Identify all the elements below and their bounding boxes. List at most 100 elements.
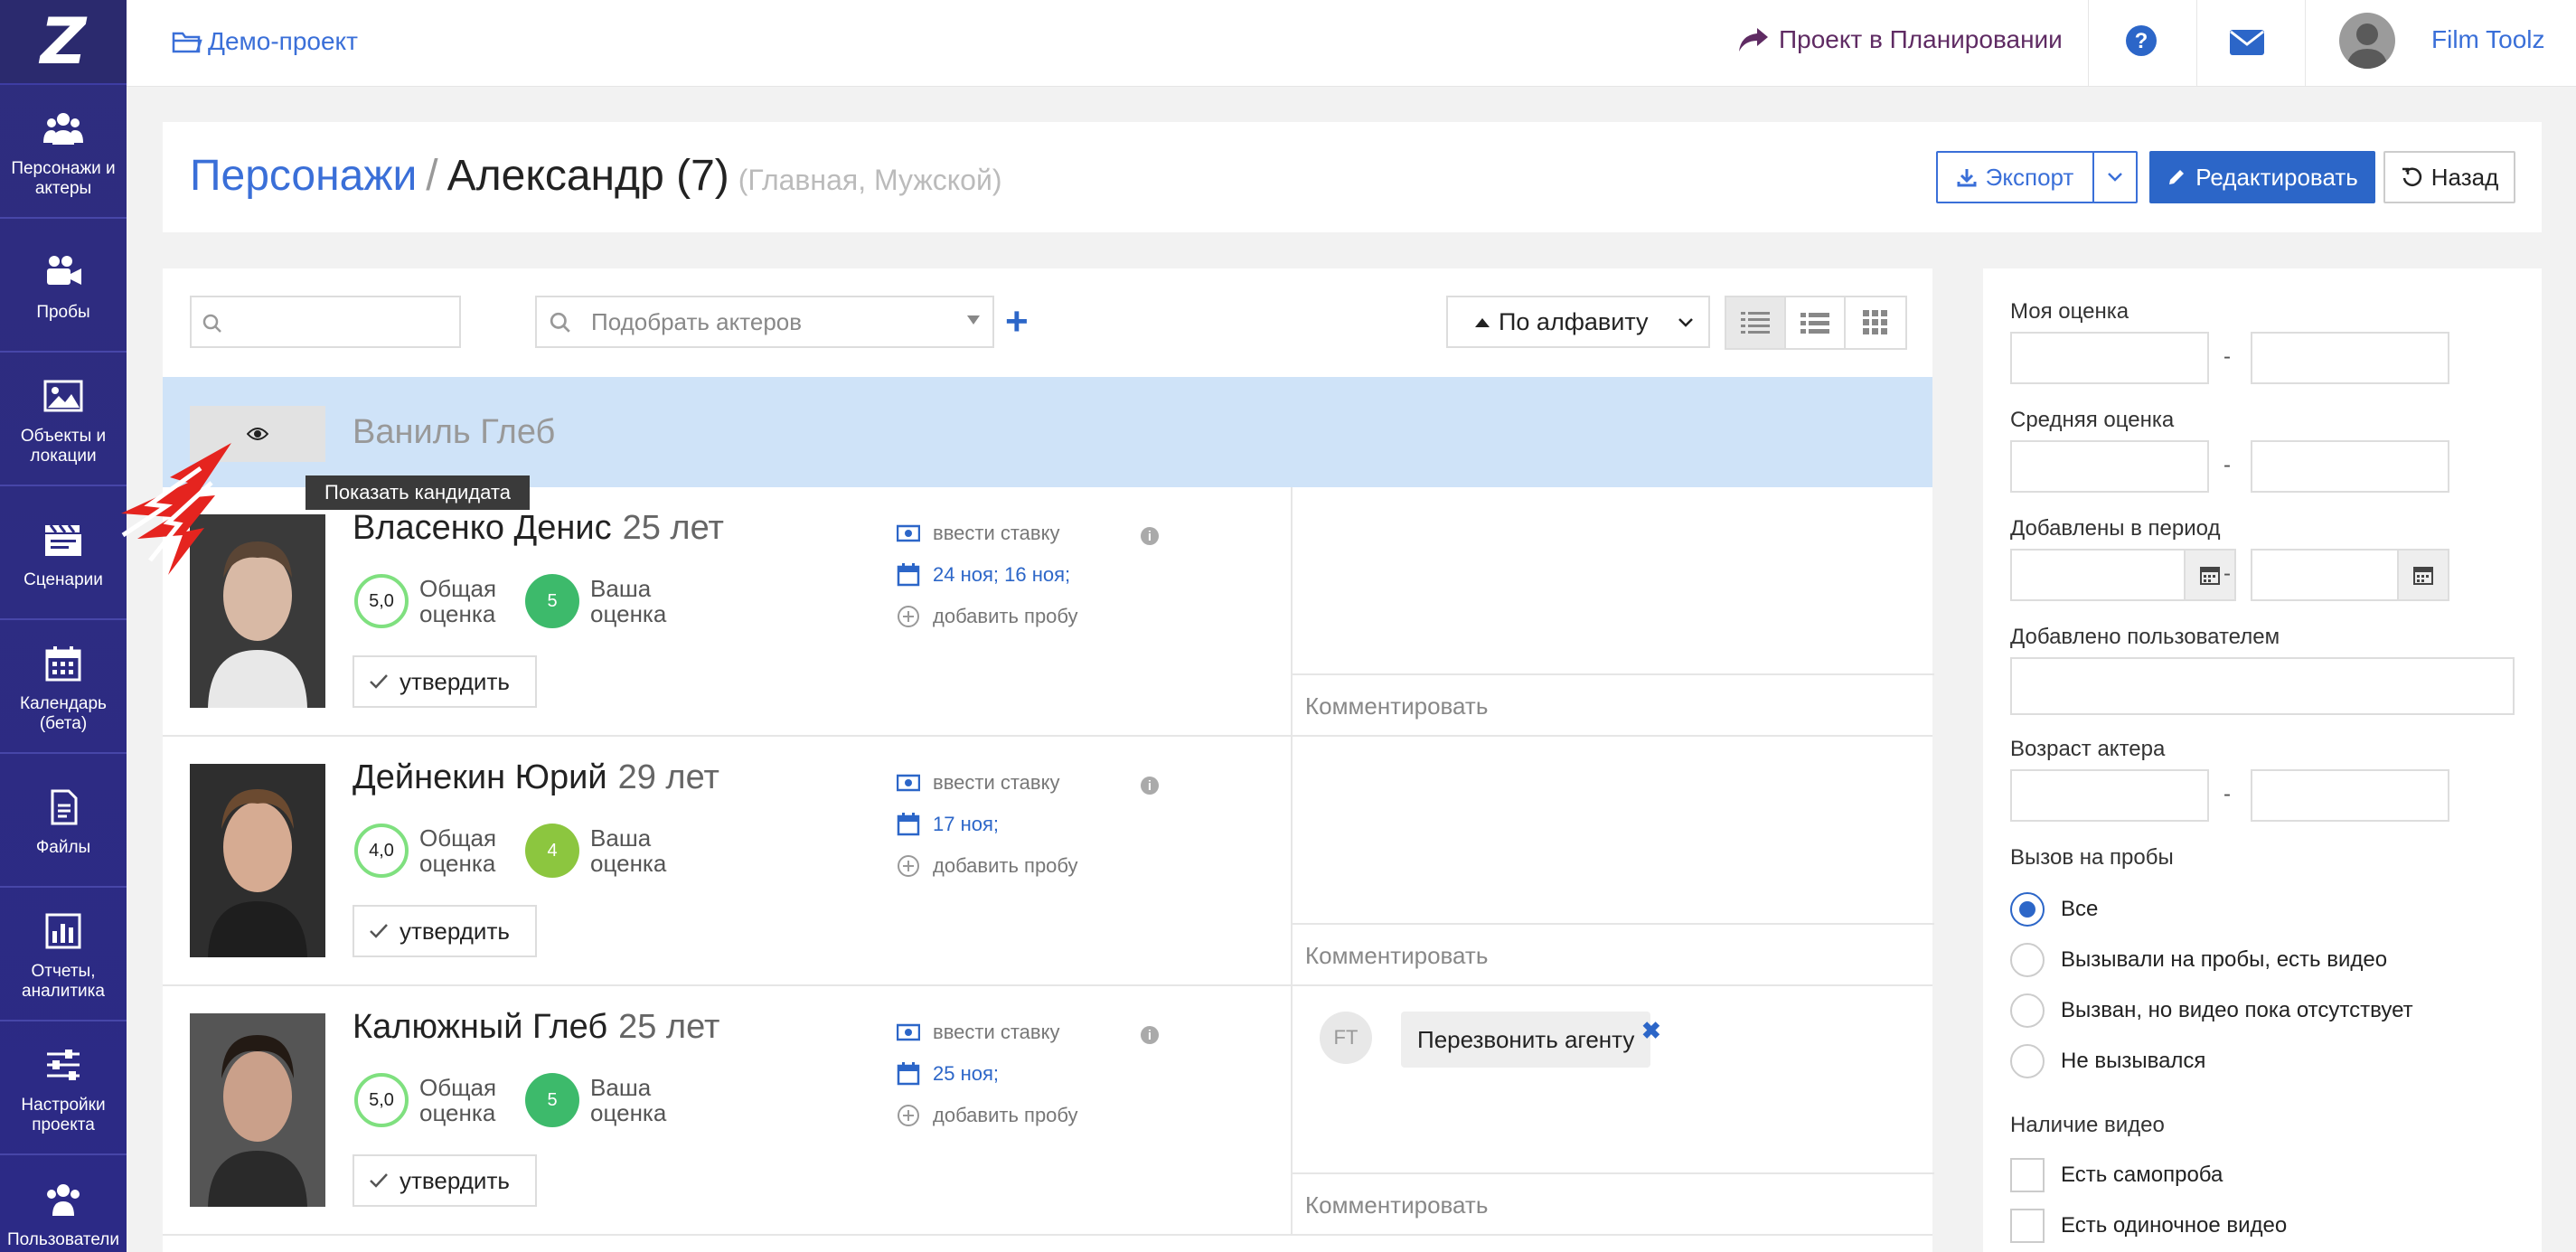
comment-input[interactable]: Комментировать [1293, 923, 1934, 986]
trial-dates[interactable]: 17 ноя; [897, 804, 1078, 845]
radio-called-no-video[interactable]: Вызван, но видео пока отсутствует [2010, 993, 2413, 1028]
avg-rating-from-input[interactable] [2010, 440, 2209, 493]
add-trial-link[interactable]: добавить пробу [897, 596, 1078, 637]
info-icon[interactable]: i [1141, 527, 1159, 545]
radio-label: Не вызывался [2061, 1049, 2206, 1073]
comment-input[interactable]: Комментировать [1293, 1172, 1934, 1236]
delete-note-button[interactable]: ✖ [1641, 1017, 1661, 1045]
calendar-icon [897, 1062, 920, 1086]
sidebar-item-locations[interactable]: Объекты и локации [0, 353, 127, 486]
avg-rating-to-input[interactable] [2251, 440, 2449, 493]
check-icon [370, 924, 388, 938]
edit-button[interactable]: Редактировать [2149, 151, 2375, 203]
radio-called-with-video[interactable]: Вызывали на пробы, есть видео [2010, 943, 2387, 977]
user-avatar[interactable] [2339, 13, 2395, 69]
candidate-scores: 5,0 Общая оценка 5 Ваша оценка [354, 1073, 666, 1127]
search-input[interactable] [190, 296, 461, 348]
candidate-photo[interactable] [190, 764, 325, 957]
your-score[interactable]: 5 [525, 574, 580, 628]
breadcrumb-characters-link[interactable]: Персонажи [190, 152, 417, 200]
page-subtitle: (Главная, Мужской) [738, 164, 1002, 196]
age-to-input[interactable] [2251, 769, 2449, 822]
my-rating-to-input[interactable] [2251, 332, 2449, 384]
info-icon[interactable]: i [1141, 1026, 1159, 1044]
added-by-user-input[interactable] [2010, 657, 2515, 715]
candidate-photo[interactable] [190, 1013, 325, 1207]
age-from-input[interactable] [2010, 769, 2209, 822]
my-rating-from-input[interactable] [2010, 332, 2209, 384]
checkbox-self-trial[interactable]: Есть самопроба [2010, 1158, 2223, 1192]
back-button[interactable]: Назад [2383, 151, 2515, 203]
view-list-compact-button[interactable] [1726, 297, 1786, 348]
candidate-name[interactable]: Власенко Денис 25 лет [353, 509, 724, 548]
file-icon [51, 789, 78, 825]
pick-actors-select[interactable]: Подобрать актеров [535, 296, 994, 348]
export-dropdown-button[interactable] [2092, 151, 2138, 203]
view-grid-button[interactable] [1846, 297, 1905, 348]
candidate-fullname: Калюжный Глеб [353, 1008, 608, 1046]
candidate-name[interactable]: Дейнекин Юрий 29 лет [353, 758, 719, 797]
approve-button[interactable]: утвердить [353, 905, 537, 957]
breadcrumb: Персонажи / Александр (7) (Главная, Мужской… [190, 151, 1001, 201]
topbar-divider [2196, 0, 2197, 87]
filters-panel: Моя оценка - Средняя оценка - Добавлены … [1983, 268, 2542, 1252]
comment-area: FT Перезвонить агенту ✖ Комментировать [1291, 986, 1934, 1236]
sidebar-item-trials[interactable]: Пробы [0, 219, 127, 353]
range-dash: - [2223, 453, 2231, 477]
user-name[interactable]: Film Toolz [2431, 25, 2545, 54]
add-trial-link[interactable]: добавить пробу [897, 845, 1078, 887]
filter-avg-rating-label: Средняя оценка [2010, 408, 2175, 432]
candidate-scores: 5,0 Общая оценка 5 Ваша оценка [354, 574, 666, 628]
sidebar-item-characters[interactable]: Персонажи и актеры [0, 85, 127, 219]
checkbox-label: Есть одиночное видео [2061, 1213, 2288, 1238]
approve-button[interactable]: утвердить [353, 655, 537, 708]
logo-text: Z [40, 5, 87, 79]
check-icon [370, 674, 388, 689]
planning-status[interactable]: Проект в Планировании [1737, 25, 2063, 54]
trial-dates[interactable]: 24 ноя; 16 ноя; [897, 554, 1078, 596]
added-to-date-input[interactable] [2251, 549, 2449, 601]
candidates-panel: Подобрать актеров + По алфавиту Ваниль Г… [163, 268, 1934, 1252]
candidate-name[interactable]: Калюжный Глеб 25 лет [353, 1008, 719, 1047]
calendar-picker-button[interactable] [2397, 551, 2448, 599]
checkbox-single-video[interactable]: Есть одиночное видео [2010, 1209, 2287, 1243]
chevron-down-icon [1678, 318, 1693, 327]
your-score-label: Ваша оценка [590, 575, 667, 627]
radio-all[interactable]: Все [2010, 892, 2098, 927]
eye-icon [247, 428, 268, 440]
enter-rate-link[interactable]: ввести ставку [897, 513, 1078, 554]
sidebar-item-calendar[interactable]: Календарь (бета) [0, 620, 127, 754]
enter-rate-link[interactable]: ввести ставку [897, 762, 1078, 804]
candidate-row: Власенко Денис 25 лет 5,0 Общая оценка 5 В… [163, 487, 1934, 737]
plus-circle-icon [898, 855, 919, 877]
added-from-date-input[interactable] [2010, 549, 2236, 601]
add-trial-link[interactable]: добавить пробу [897, 1095, 1078, 1136]
enter-rate-link[interactable]: ввести ставку [897, 1012, 1078, 1053]
search-icon [202, 314, 221, 333]
sidebar-item-settings[interactable]: Настройки проекта [0, 1021, 127, 1155]
radio-not-called[interactable]: Не вызывался [2010, 1044, 2205, 1078]
sidebar-item-files[interactable]: Файлы [0, 754, 127, 888]
sidebar-item-users[interactable]: Пользователи и [0, 1155, 127, 1252]
add-actor-button[interactable]: + [1005, 296, 1029, 348]
radio-label: Все [2061, 897, 2099, 921]
export-button[interactable]: Экспорт [1936, 151, 2094, 203]
comment-input[interactable]: Комментировать [1293, 673, 1934, 737]
sort-label: По алфавиту [1499, 307, 1649, 335]
add-trial-label: добавить пробу [933, 1104, 1078, 1126]
project-link[interactable]: Демо-проект [172, 27, 358, 56]
sort-select[interactable]: По алфавиту [1446, 296, 1710, 348]
trial-dates[interactable]: 25 ноя; [897, 1053, 1078, 1095]
info-icon[interactable]: i [1141, 777, 1159, 795]
sidebar-item-scenarios[interactable]: Сценарии [0, 486, 127, 620]
help-icon[interactable]: ? [2124, 24, 2158, 58]
mail-icon[interactable] [2229, 29, 2265, 56]
app-logo[interactable]: Z [0, 0, 127, 85]
approve-button[interactable]: утвердить [353, 1154, 537, 1207]
your-score[interactable]: 4 [525, 824, 580, 878]
sidebar-item-reports[interactable]: Отчеты, аналитика [0, 888, 127, 1021]
candidate-scores: 4,0 Общая оценка 4 Ваша оценка [354, 824, 666, 878]
your-score[interactable]: 5 [525, 1073, 580, 1127]
pick-actors-placeholder: Подобрать актеров [591, 307, 803, 335]
view-list-button[interactable] [1786, 297, 1846, 348]
